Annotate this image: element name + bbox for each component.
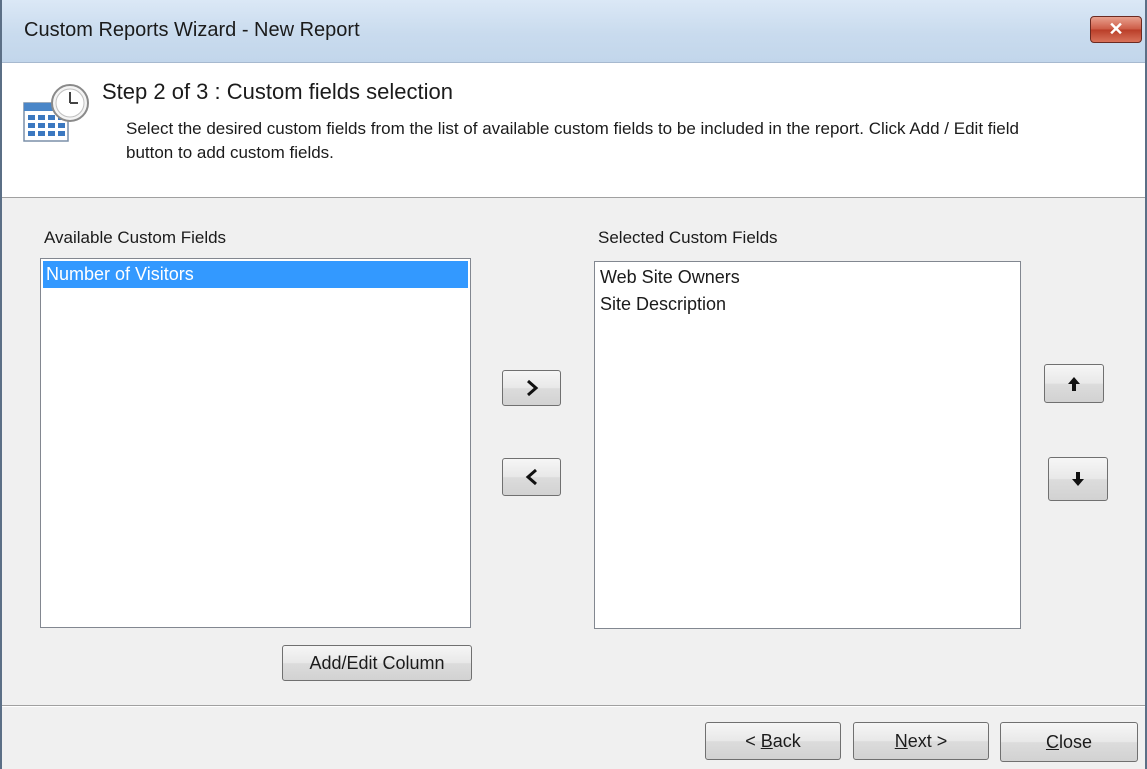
- title-bar[interactable]: Custom Reports Wizard - New Report ✕: [2, 0, 1145, 63]
- calendar-clock-icon: [23, 84, 89, 142]
- close-button[interactable]: Close: [1000, 722, 1138, 762]
- footer-divider: [2, 705, 1145, 707]
- add-edit-column-label: Add/Edit Column: [309, 652, 445, 673]
- close-window-button[interactable]: ✕: [1090, 16, 1142, 43]
- back-button[interactable]: < Back: [705, 722, 841, 760]
- move-down-button[interactable]: [1048, 457, 1108, 501]
- close-button-label: Close: [1045, 731, 1093, 752]
- chevron-left-icon: [525, 468, 537, 486]
- window-title: Custom Reports Wizard - New Report: [24, 19, 360, 41]
- wizard-header: Step 2 of 3 : Custom fields selection Se…: [2, 63, 1145, 198]
- next-button-label: Next >: [894, 730, 948, 751]
- list-item[interactable]: Web Site Owners: [597, 264, 1018, 291]
- move-left-button[interactable]: [502, 458, 561, 496]
- step-description: Select the desired custom fields from th…: [126, 119, 1019, 162]
- add-edit-column-button[interactable]: Add/Edit Column: [282, 645, 472, 681]
- close-icon: ✕: [1108, 19, 1124, 39]
- arrow-down-icon: [1072, 472, 1084, 486]
- available-fields-list[interactable]: Number of Visitors: [40, 258, 471, 628]
- list-item[interactable]: Site Description: [597, 291, 1018, 318]
- wizard-window: Custom Reports Wizard - New Report ✕ Ste…: [0, 0, 1147, 769]
- back-button-label: < Back: [745, 730, 801, 751]
- selected-fields-list[interactable]: Web Site Owners Site Description: [594, 261, 1021, 629]
- available-fields-label: Available Custom Fields: [44, 228, 227, 247]
- step-title: Step 2 of 3 : Custom fields selection: [102, 79, 453, 104]
- move-right-button[interactable]: [502, 370, 561, 406]
- arrow-up-icon: [1068, 376, 1080, 391]
- selected-fields-label: Selected Custom Fields: [598, 228, 778, 247]
- list-item[interactable]: Number of Visitors: [43, 261, 468, 288]
- next-button[interactable]: Next >: [853, 722, 989, 760]
- chevron-right-icon: [526, 379, 538, 397]
- move-up-button[interactable]: [1044, 364, 1104, 403]
